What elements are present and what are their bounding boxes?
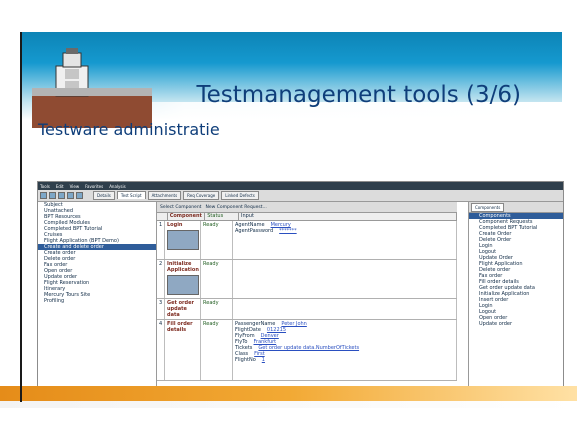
- components-panel: Components Components Component Requests…: [468, 202, 563, 387]
- components-toolbar: Components: [469, 202, 563, 213]
- param-name: FlightNo: [235, 357, 256, 363]
- header-blank: [157, 213, 168, 220]
- menu-view[interactable]: View: [70, 184, 80, 189]
- tab-details[interactable]: Details: [93, 191, 115, 200]
- input-cell: PassengerName Peter John FlightDate 012215…: [233, 320, 457, 380]
- filter-icon[interactable]: [67, 192, 74, 199]
- left-border-bottom: [20, 386, 22, 402]
- table-row[interactable]: 2 Initialize Application Ready: [157, 260, 457, 299]
- status-badge: Ready: [201, 221, 233, 259]
- param-value[interactable]: 1: [262, 357, 265, 363]
- param-value[interactable]: *******: [279, 228, 297, 234]
- component-name: Fill order details: [165, 320, 201, 380]
- param-name: AgentPassword: [235, 228, 274, 234]
- slide: Testmanagement tools (3/6) Testware admi…: [0, 0, 577, 421]
- slide-subtitle: Testware administratie: [38, 120, 220, 139]
- tab-attachments[interactable]: Attachments: [147, 191, 182, 200]
- detail-tabs: Details Test Script Attachments Req Cove…: [93, 191, 259, 200]
- tab-req-coverage[interactable]: Req Coverage: [183, 191, 220, 200]
- component-name: Get order update data: [165, 299, 201, 319]
- component-label: Initialize Application: [167, 261, 199, 273]
- tab-test-script[interactable]: Test Script: [116, 191, 146, 199]
- delete-icon[interactable]: [58, 192, 65, 199]
- component-thumbnail: [167, 230, 199, 250]
- component-tree-item[interactable]: Update order: [469, 321, 563, 327]
- bottom-band: [0, 386, 577, 408]
- component-name: Login: [165, 221, 201, 259]
- header-status: Status: [205, 213, 239, 220]
- table-row[interactable]: 1 Login Ready AgentName Mercury AgentPass…: [157, 221, 457, 260]
- row-number: 2: [157, 260, 165, 298]
- tree-item[interactable]: Profiling: [38, 298, 156, 304]
- testmanagement-screenshot: Tools Edit View Favorites Analysis Detai…: [37, 181, 564, 388]
- input-cell: AgentName Mercury AgentPassword *******: [233, 221, 457, 259]
- row-number: 3: [157, 299, 165, 319]
- row-number: 1: [157, 221, 165, 259]
- tab-components[interactable]: Components: [471, 202, 505, 212]
- param-value[interactable]: Get order update data.NumberOfTickets: [258, 345, 359, 351]
- script-toolbar: Select Component New Component Request..…: [157, 202, 457, 213]
- menu-tools[interactable]: Tools: [40, 184, 50, 189]
- status-badge: Ready: [201, 260, 233, 298]
- status-badge: Ready: [201, 320, 233, 380]
- test-script-panel: Select Component New Component Request..…: [157, 202, 458, 387]
- tab-linked-defects[interactable]: Linked Defects: [221, 191, 259, 200]
- menu-bar: Tools Edit View Favorites Analysis: [38, 182, 563, 190]
- header-component: Component: [168, 213, 206, 220]
- menu-analysis[interactable]: Analysis: [109, 184, 125, 189]
- component-name: Initialize Application: [165, 260, 201, 298]
- cut-icon[interactable]: [49, 192, 56, 199]
- input-cell: [233, 260, 457, 298]
- new-icon[interactable]: [40, 192, 47, 199]
- top-toolbar: Details Test Script Attachments Req Cove…: [38, 190, 563, 202]
- script-table-header: Component Status Input: [157, 213, 458, 221]
- select-component-button[interactable]: Select Component: [160, 205, 201, 210]
- input-cell: [233, 299, 457, 319]
- new-component-request-button[interactable]: New Component Request...: [205, 205, 266, 210]
- row-number: 4: [157, 320, 165, 380]
- component-thumbnail: [167, 275, 199, 295]
- menu-favorites[interactable]: Favorites: [85, 184, 103, 189]
- menu-edit[interactable]: Edit: [56, 184, 64, 189]
- test-plan-tree: Subject Unattached BPT Resources Compile…: [38, 202, 157, 387]
- component-label: Login: [167, 222, 183, 228]
- header-input: Input: [239, 213, 458, 220]
- table-row[interactable]: 3 Get order update data Ready: [157, 299, 457, 320]
- slide-title: Testmanagement tools (3/6): [196, 82, 521, 108]
- lighthouse-icon: [32, 48, 152, 128]
- refresh-icon[interactable]: [76, 192, 83, 199]
- table-row[interactable]: 4 Fill order details Ready PassengerName…: [157, 320, 457, 381]
- status-badge: Ready: [201, 299, 233, 319]
